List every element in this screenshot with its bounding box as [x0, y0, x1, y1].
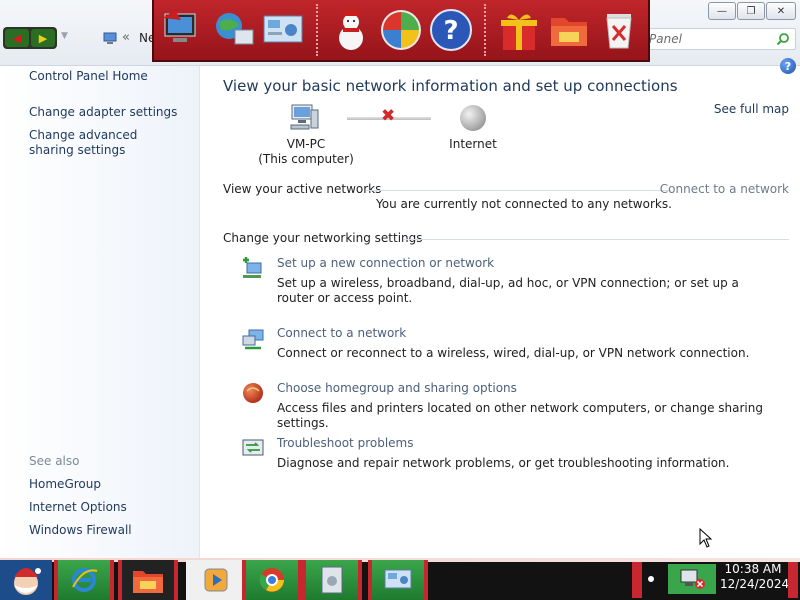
help-button[interactable]: ?: [780, 58, 796, 74]
control-panel-icon: [384, 569, 412, 589]
internet-options-link[interactable]: Internet Options: [29, 500, 127, 515]
breadcrumb-overflow[interactable]: «: [122, 30, 130, 45]
homegroup-icon: [243, 383, 263, 403]
computer-icon[interactable]: [289, 102, 321, 132]
disconnected-x-icon: ✖: [381, 106, 396, 126]
computer-icon[interactable]: [160, 7, 206, 53]
santa-icon: [14, 568, 41, 595]
taskbar-chrome-button[interactable]: [242, 560, 302, 600]
forward-button[interactable]: ▶: [31, 29, 55, 47]
taskbar-device-button[interactable]: [302, 560, 362, 600]
active-networks-heading: View your active networks: [223, 182, 382, 196]
search-input-text: Panel: [649, 32, 682, 46]
folder-icon[interactable]: [546, 7, 592, 53]
see-also-heading: See also: [29, 454, 80, 468]
back-button[interactable]: ◀: [5, 29, 29, 47]
nav-buttons: ◀ ▶: [3, 27, 57, 49]
this-computer-node: VM-PC (This computer): [256, 137, 356, 167]
clock-date: 12/24/2024: [720, 577, 790, 591]
connect-network-desc: Connect or reconnect to a wireless, wire…: [277, 346, 750, 360]
network-icon: [103, 32, 117, 44]
new-connection-desc: Set up a wireless, broadband, dial-up, a…: [277, 276, 739, 305]
explorer-folder-icon: [133, 571, 163, 593]
connect-to-network-link[interactable]: Connect to a network: [660, 182, 789, 196]
help-icon[interactable]: ?: [428, 7, 474, 53]
divider: [403, 239, 789, 240]
windows-firewall-link[interactable]: Windows Firewall: [29, 523, 132, 538]
mouse-cursor-icon: [699, 528, 713, 548]
main-content: ? View your basic network information an…: [201, 58, 800, 558]
new-connection-icon: [243, 257, 262, 278]
network-tray-icon: [680, 569, 705, 589]
dock-separator: [316, 4, 318, 56]
maximize-button[interactable]: ❐: [737, 2, 765, 20]
change-adapter-settings-link[interactable]: Change adapter settings: [29, 105, 177, 120]
taskbar-explorer-button[interactable]: [118, 560, 178, 600]
computer-sub-label: (This computer): [258, 152, 354, 166]
recent-pages-dropdown-icon[interactable]: ▼: [61, 31, 68, 41]
chrome-icon: [259, 568, 284, 592]
clock[interactable]: 10:38 AM 12/24/2024: [720, 562, 790, 592]
computer-name: VM-PC: [286, 137, 326, 151]
dock-separator: [484, 4, 486, 56]
troubleshoot-link[interactable]: Troubleshoot problems: [277, 436, 413, 450]
network-globe-icon[interactable]: [210, 7, 256, 53]
connect-network-icon: [242, 329, 264, 350]
control-panel-home-link[interactable]: Control Panel Home: [29, 69, 148, 84]
taskbar: 10:38 AM 12/24/2024: [0, 558, 800, 600]
system-tray[interactable]: [668, 564, 716, 594]
close-button[interactable]: ✕: [766, 2, 796, 20]
taskbar-divider: [632, 562, 642, 598]
recycle-bin-icon[interactable]: [596, 7, 642, 53]
minimize-button[interactable]: —: [708, 2, 736, 20]
internet-explorer-icon: [72, 568, 98, 592]
svg-text:?: ?: [443, 16, 458, 46]
device-icon: [321, 566, 343, 594]
show-desktop-button[interactable]: [788, 562, 798, 598]
taskbar-media-player-button[interactable]: [186, 560, 246, 600]
troubleshoot-desc: Diagnose and repair network problems, or…: [277, 456, 730, 470]
start-button[interactable]: [0, 560, 52, 600]
network-status-text: You are currently not connected to any n…: [376, 197, 672, 211]
left-nav-pane: Control Panel Home Change adapter settin…: [0, 66, 200, 558]
internet-label: Internet: [449, 137, 497, 151]
search-input[interactable]: Panel: [642, 28, 796, 50]
connect-network-link[interactable]: Connect to a network: [277, 326, 406, 340]
troubleshoot-icon: [242, 439, 264, 456]
notification-dot: [648, 576, 654, 582]
clock-time: 10:38 AM: [724, 562, 782, 576]
divider: [366, 190, 671, 191]
taskbar-ie-button[interactable]: [54, 560, 114, 600]
window-controls: — ❐ ✕: [708, 2, 796, 20]
media-player-icon: [204, 568, 228, 592]
homegroup-sharing-link[interactable]: Choose homegroup and sharing options: [277, 381, 517, 395]
taskbar-control-panel-button[interactable]: [368, 560, 428, 600]
control-panel-icon[interactable]: [260, 7, 306, 53]
windows-logo-icon[interactable]: [378, 7, 424, 53]
internet-globe-icon[interactable]: [457, 103, 489, 133]
homegroup-sharing-desc: Access files and printers located on oth…: [277, 401, 763, 430]
snowman-icon[interactable]: [328, 7, 374, 53]
homegroup-link[interactable]: HomeGroup: [29, 477, 101, 492]
new-connection-link[interactable]: Set up a new connection or network: [277, 256, 494, 270]
gift-icon[interactable]: [496, 7, 542, 53]
dock-bar: ?: [152, 0, 650, 62]
search-icon[interactable]: [776, 32, 790, 46]
change-advanced-sharing-link[interactable]: Change advanced sharing settings: [29, 128, 179, 158]
page-title: View your basic network information and …: [223, 77, 678, 95]
networking-settings-heading: Change your networking settings: [223, 231, 423, 245]
see-full-map-link[interactable]: See full map: [714, 102, 789, 116]
